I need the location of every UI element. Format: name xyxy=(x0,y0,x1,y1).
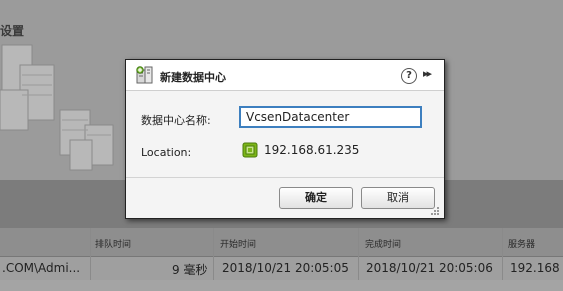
location-label: Location: xyxy=(141,146,192,159)
footer-divider xyxy=(126,177,444,178)
column-header[interactable]: 开始时间 xyxy=(220,237,256,250)
server-illustration-icon xyxy=(0,44,114,171)
cell-server: 192.168 xyxy=(510,261,560,275)
new-datacenter-dialog: 新建数据中心 ? ▸▸ 数据中心名称: Location: 192.168.61… xyxy=(125,59,445,219)
cell-user: .COM\Admi... xyxy=(2,261,81,275)
column-header[interactable]: 完成时间 xyxy=(365,237,401,250)
recent-tasks-table: 排队时间 开始时间 完成时间 服务器 .COM\Admi... 9 毫秒 201… xyxy=(0,228,563,291)
datacenter-name-label: 数据中心名称: xyxy=(141,114,211,127)
cancel-button[interactable]: 取消 xyxy=(361,187,435,209)
cell-start-time: 2018/10/21 20:05:05 xyxy=(222,261,349,275)
ok-button[interactable]: 确定 xyxy=(279,187,353,209)
cell-end-time: 2018/10/21 20:05:06 xyxy=(366,261,493,275)
cell-queued-time: 9 毫秒 xyxy=(172,263,208,277)
table-row[interactable]: .COM\Admi... 9 毫秒 2018/10/21 20:05:05 20… xyxy=(0,256,563,280)
column-header[interactable]: 排队时间 xyxy=(95,237,131,250)
resize-grip-icon[interactable] xyxy=(430,206,440,216)
column-header[interactable]: 服务器 xyxy=(508,237,535,250)
vcenter-host-icon xyxy=(242,142,258,158)
location-value: 192.168.61.235 xyxy=(264,143,360,157)
dialog-title: 新建数据中心 xyxy=(160,71,226,84)
table-header: 排队时间 开始时间 完成时间 服务器 xyxy=(0,228,563,257)
help-icon[interactable]: ? xyxy=(401,68,417,84)
datacenter-name-input[interactable] xyxy=(239,106,422,128)
table-row[interactable] xyxy=(0,280,563,291)
expand-icon[interactable]: ▸▸ xyxy=(423,67,432,80)
dialog-titlebar[interactable]: 新建数据中心 ? ▸▸ xyxy=(126,60,444,91)
datacenter-icon xyxy=(136,66,153,84)
